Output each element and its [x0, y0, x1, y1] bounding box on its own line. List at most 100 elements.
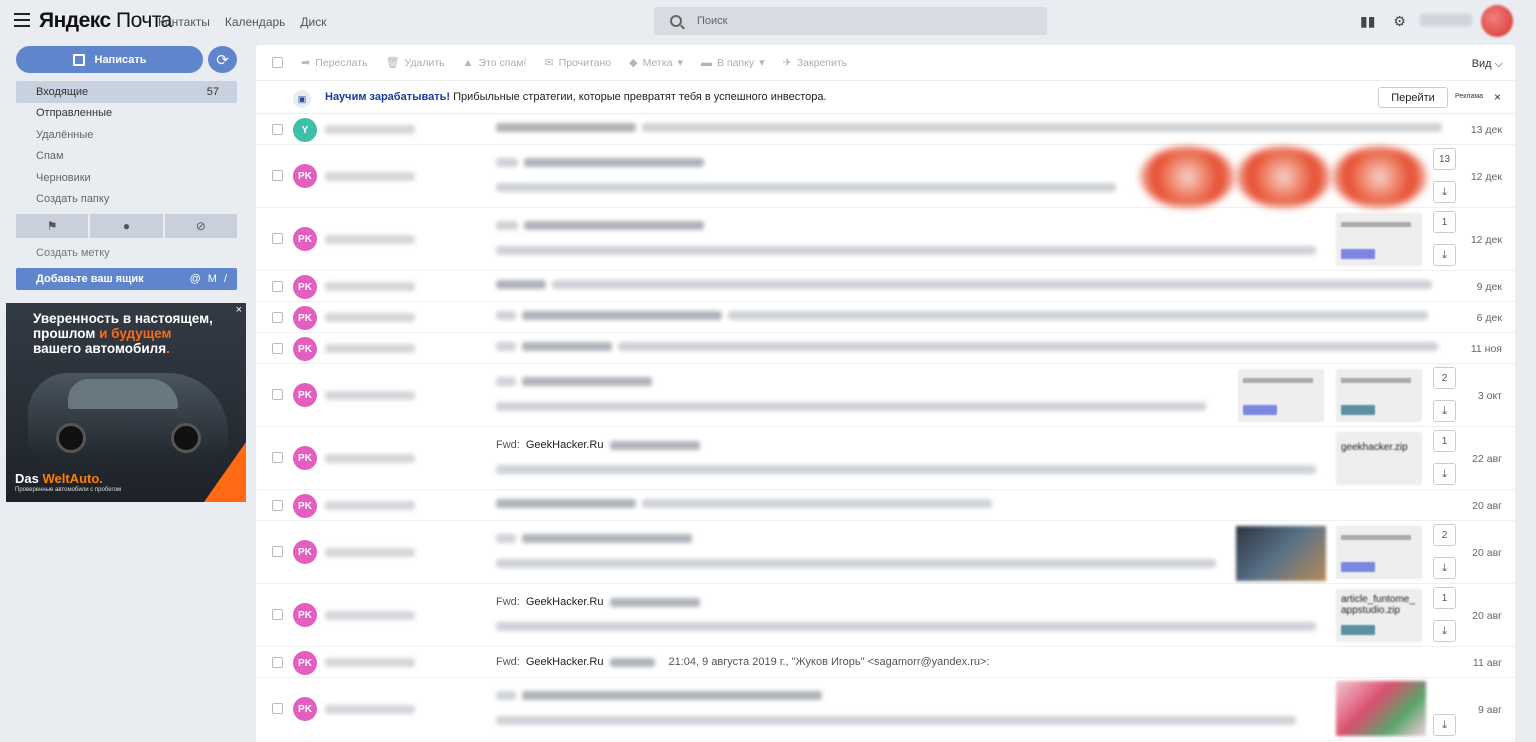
list-item[interactable]: PK ⤓ 9 авг [256, 678, 1515, 741]
download-icon[interactable]: ⤓ [1433, 714, 1456, 736]
download-icon[interactable]: ⤓ [1433, 400, 1456, 422]
row-checkbox[interactable] [272, 703, 283, 714]
ad-tagline: Проверенные автомобили с пробегом [15, 487, 122, 493]
download-icon[interactable]: ⤓ [1433, 463, 1456, 485]
promo-close-icon[interactable]: × [1494, 90, 1501, 104]
row-checkbox[interactable] [272, 233, 283, 244]
email-date: 12 дек [1470, 234, 1502, 246]
attachment-thumbnail[interactable] [1336, 526, 1422, 579]
avatar: PK [293, 337, 317, 361]
delete-button[interactable]: 🗑 Удалить [386, 56, 445, 70]
flag-filter-icon[interactable]: ⚑ [16, 214, 89, 238]
nav-calendar[interactable]: Календарь [225, 15, 286, 29]
row-checkbox[interactable] [272, 609, 283, 620]
themes-icon[interactable]: ▮▮ [1360, 13, 1375, 30]
row-checkbox[interactable] [272, 389, 283, 400]
attachment-thumbnail[interactable]: article_funtome_ appstudio.zip [1336, 589, 1422, 642]
attachment-thumbnail[interactable] [1236, 147, 1331, 207]
user-name[interactable] [1420, 14, 1472, 26]
row-checkbox[interactable] [272, 281, 283, 292]
view-dropdown[interactable]: Вид ⌵ [1472, 58, 1503, 71]
folder-spam[interactable]: Спам [16, 146, 237, 168]
attachment-thumbnail[interactable] [1236, 526, 1326, 581]
attachment-thumbnail[interactable] [1140, 147, 1235, 207]
sender-name [325, 391, 415, 400]
label-button[interactable]: ◆ Метка ▾ [629, 56, 683, 70]
promo-text[interactable]: Научим зарабатывать! Прибыльные стратеги… [325, 91, 827, 103]
attachment-thumbnail[interactable] [1238, 369, 1324, 422]
row-checkbox[interactable] [272, 500, 283, 511]
search-input[interactable]: Поиск [654, 7, 1047, 35]
create-tag-link[interactable]: Создать метку [36, 247, 110, 259]
row-checkbox[interactable] [272, 657, 283, 668]
row-checkbox[interactable] [272, 312, 283, 323]
unread-filter-icon[interactable]: ● [90, 214, 163, 238]
attachment-count[interactable]: 1 [1433, 211, 1456, 233]
settings-gear-icon[interactable]: ⚙ [1393, 13, 1406, 30]
download-icon[interactable]: ⤓ [1433, 244, 1456, 266]
avatar: PK [293, 446, 317, 470]
list-item[interactable]: PK Fwd: GeekHacker.Ru article_funtome_ ap… [256, 584, 1515, 647]
attachment-thumbnail[interactable] [1336, 681, 1426, 736]
attachment-count[interactable]: 1 [1433, 587, 1456, 609]
top-nav: Контакты Календарь Диск [158, 15, 327, 29]
tag-icon: ◆ [629, 57, 638, 69]
row-checkbox[interactable] [272, 124, 283, 135]
chevron-down-icon: ⌵ [1494, 58, 1503, 70]
download-icon[interactable]: ⤓ [1433, 181, 1456, 203]
add-mailbox-button[interactable]: Добавьте ваш ящик @ M / [16, 268, 237, 290]
list-item[interactable]: PK 2 ⤓ 3 окт [256, 364, 1515, 427]
compose-button[interactable]: Написать [16, 46, 203, 73]
select-all-checkbox[interactable] [272, 57, 283, 68]
list-item[interactable]: PK 11 ноя [256, 333, 1515, 364]
folder-sent[interactable]: Отправленные [16, 103, 237, 125]
list-item[interactable]: PK 13 ⤓ 12 дек [256, 145, 1515, 208]
row-checkbox[interactable] [272, 546, 283, 557]
list-item[interactable]: PK 1 ⤓ 12 дек [256, 208, 1515, 271]
attachment-thumbnail[interactable] [1336, 369, 1422, 422]
list-item[interactable]: PK Fwd: GeekHacker.Ru 21:04, 9 августа 201… [256, 647, 1515, 678]
attachment-thumbnail[interactable]: geekhacker.zip [1336, 432, 1422, 485]
list-item[interactable]: PK Fwd: GeekHacker.Ru geekhacker.zip 1 ⤓ … [256, 427, 1515, 490]
pin-button[interactable]: ✈ Закрепить [783, 56, 848, 70]
attachment-count[interactable]: 1 [1433, 430, 1456, 452]
forward-button[interactable]: ➡ Переслать [301, 56, 368, 70]
avatar: PK [293, 494, 317, 518]
folder-drafts[interactable]: Черновики [16, 167, 237, 189]
attachment-count[interactable]: 13 [1433, 148, 1456, 170]
refresh-icon[interactable]: ⟳ [208, 46, 237, 73]
list-item[interactable]: Y 13 дек [256, 114, 1515, 145]
row-checkbox[interactable] [272, 452, 283, 463]
nav-contacts[interactable]: Контакты [158, 15, 210, 29]
sidebar-ad[interactable]: Уверенность в настоящем, прошлом и будущ… [6, 303, 246, 502]
attachment-count[interactable]: 2 [1433, 367, 1456, 389]
move-folder-button[interactable]: ▬ В папку ▾ [701, 56, 765, 70]
envelope-open-icon: ✉ [544, 57, 554, 69]
spam-button[interactable]: ▲ Это спам! [463, 57, 527, 69]
ad-close-icon[interactable]: × [236, 304, 242, 316]
list-item[interactable]: PK 20 авг [256, 490, 1515, 521]
logo[interactable]: Яндекс Почта [39, 9, 172, 33]
download-icon[interactable]: ⤓ [1433, 557, 1456, 579]
attachment-thumbnail[interactable] [1332, 147, 1427, 207]
menu-icon[interactable] [14, 13, 30, 27]
row-checkbox[interactable] [272, 170, 283, 181]
folder-inbox[interactable]: Входящие 57 [16, 81, 237, 103]
row-checkbox[interactable] [272, 343, 283, 354]
promo-go-button[interactable]: Перейти [1378, 87, 1448, 108]
list-item[interactable]: PK 2 ⤓ 20 авг [256, 521, 1515, 584]
folder-deleted[interactable]: Удалённые [16, 124, 237, 146]
attachment-count[interactable]: 2 [1433, 524, 1456, 546]
create-folder-link[interactable]: Создать папку [16, 189, 237, 211]
download-icon[interactable]: ⤓ [1433, 620, 1456, 642]
user-avatar[interactable] [1481, 5, 1513, 37]
list-item[interactable]: PK 9 дек [256, 271, 1515, 302]
filter-bar: ⚑ ● ⊘ [16, 214, 237, 238]
email-date: 9 авг [1477, 704, 1502, 716]
list-item[interactable]: PK 6 дек [256, 302, 1515, 333]
attachment-thumbnail[interactable] [1336, 213, 1422, 266]
search-icon [670, 15, 682, 27]
attachment-filter-icon[interactable]: ⊘ [164, 214, 237, 238]
mark-read-button[interactable]: ✉ Прочитано [544, 56, 611, 70]
nav-disk[interactable]: Диск [300, 15, 326, 29]
